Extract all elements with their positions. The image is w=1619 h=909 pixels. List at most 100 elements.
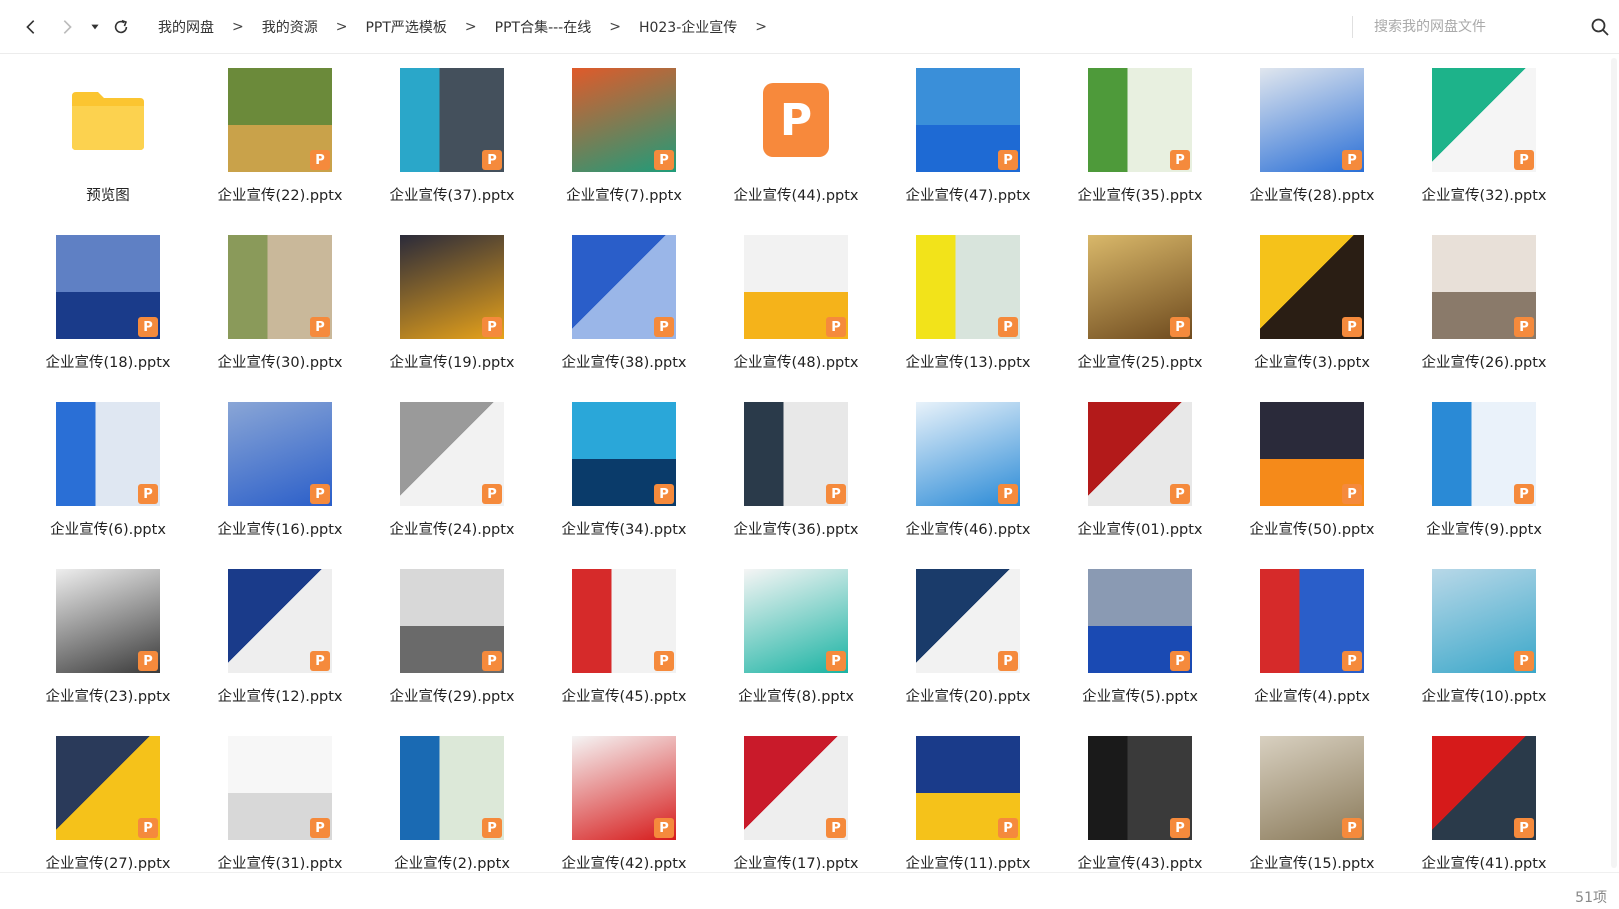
ppt-badge-icon: P [310, 317, 330, 337]
search-input[interactable] [1374, 19, 1574, 35]
file-item[interactable]: P 企业宣传(7).pptx [538, 62, 710, 229]
file-name: 企业宣传(35).pptx [1077, 188, 1203, 204]
file-name: 企业宣传(27).pptx [45, 856, 171, 872]
file-thumbnail: P [572, 68, 676, 172]
file-item[interactable]: P 企业宣传(28).pptx [1226, 62, 1398, 229]
history-dropdown-button[interactable] [86, 12, 104, 42]
refresh-button[interactable] [106, 12, 136, 42]
ppt-badge-icon: P [138, 484, 158, 504]
file-item[interactable]: P 企业宣传(22).pptx [194, 62, 366, 229]
ppt-badge-icon: P [1170, 651, 1190, 671]
file-thumbnail: P [1432, 569, 1536, 673]
file-item[interactable]: P 企业宣传(13).pptx [882, 229, 1054, 396]
file-item[interactable]: P 企业宣传(48).pptx [710, 229, 882, 396]
file-item[interactable]: P 企业宣传(26).pptx [1398, 229, 1570, 396]
file-item[interactable]: P 企业宣传(9).pptx [1398, 396, 1570, 563]
file-item[interactable]: P 企业宣传(19).pptx [366, 229, 538, 396]
file-item[interactable]: P 企业宣传(44).pptx [710, 62, 882, 229]
file-name: 企业宣传(46).pptx [905, 522, 1031, 538]
file-item[interactable]: P 企业宣传(6).pptx [22, 396, 194, 563]
file-thumbnail: P [400, 569, 504, 673]
ppt-badge-icon: P [826, 317, 846, 337]
file-thumbnail: P [744, 569, 848, 673]
file-thumbnail: P [1088, 68, 1192, 172]
file-item[interactable]: P 企业宣传(32).pptx [1398, 62, 1570, 229]
file-item[interactable]: P 企业宣传(29).pptx [366, 563, 538, 730]
file-item[interactable]: P 企业宣传(10).pptx [1398, 563, 1570, 730]
file-thumbnail: P [1432, 68, 1536, 172]
file-name: 企业宣传(4).pptx [1254, 689, 1370, 705]
file-item[interactable]: P 企业宣传(4).pptx [1226, 563, 1398, 730]
file-thumbnail: P [1088, 569, 1192, 673]
file-thumbnail: P [572, 402, 676, 506]
file-thumbnail: P [1432, 402, 1536, 506]
ppt-file-icon: P [744, 68, 848, 172]
ppt-badge-icon: P [482, 818, 502, 838]
ppt-badge-icon: P [482, 150, 502, 170]
file-item[interactable]: P 企业宣传(01).pptx [1054, 396, 1226, 563]
chevron-left-icon [26, 19, 35, 34]
ppt-badge-icon: P [1170, 818, 1190, 838]
breadcrumb-expand-arrow[interactable]: > [755, 19, 767, 35]
ppt-badge-icon: P [310, 484, 330, 504]
file-item[interactable]: P 企业宣传(3).pptx [1226, 229, 1398, 396]
breadcrumb-item[interactable]: PPT严选模板 [361, 17, 450, 37]
file-name: 企业宣传(11).pptx [905, 856, 1031, 872]
file-item[interactable]: P 企业宣传(24).pptx [366, 396, 538, 563]
breadcrumb-item[interactable]: 我的资源 [258, 17, 322, 37]
file-thumbnail: P [916, 569, 1020, 673]
file-item[interactable]: P 企业宣传(36).pptx [710, 396, 882, 563]
ppt-badge-icon: P [1514, 818, 1534, 838]
file-name: 企业宣传(29).pptx [389, 689, 515, 705]
forward-button[interactable] [52, 12, 82, 42]
file-thumbnail: P [400, 402, 504, 506]
file-item[interactable]: P 企业宣传(34).pptx [538, 396, 710, 563]
file-name: 企业宣传(28).pptx [1249, 188, 1375, 204]
ppt-letter: P [763, 83, 829, 157]
file-name: 企业宣传(9).pptx [1426, 522, 1542, 538]
file-item[interactable]: P 企业宣传(18).pptx [22, 229, 194, 396]
file-name: 企业宣传(15).pptx [1249, 856, 1375, 872]
file-name: 企业宣传(36).pptx [733, 522, 859, 538]
file-name: 企业宣传(44).pptx [733, 188, 859, 204]
scrollbar[interactable] [1611, 58, 1617, 868]
file-thumbnail: P [744, 736, 848, 840]
file-item[interactable]: P 企业宣传(12).pptx [194, 563, 366, 730]
file-thumbnail: P [916, 402, 1020, 506]
ppt-badge-icon: P [1342, 818, 1362, 838]
ppt-badge-icon: P [1514, 651, 1534, 671]
file-item[interactable]: P 企业宣传(23).pptx [22, 563, 194, 730]
file-item[interactable]: P 企业宣传(25).pptx [1054, 229, 1226, 396]
ppt-badge-icon: P [998, 150, 1018, 170]
file-item[interactable]: P 企业宣传(37).pptx [366, 62, 538, 229]
file-item[interactable]: P 企业宣传(45).pptx [538, 563, 710, 730]
ppt-badge-icon: P [310, 651, 330, 671]
file-item[interactable]: P 企业宣传(16).pptx [194, 396, 366, 563]
status-bar: 51项 [0, 872, 1619, 909]
back-button[interactable] [16, 12, 46, 42]
ppt-badge-icon: P [1342, 150, 1362, 170]
file-name: 企业宣传(50).pptx [1249, 522, 1375, 538]
search-icon[interactable] [1590, 17, 1610, 37]
file-item[interactable]: P 企业宣传(35).pptx [1054, 62, 1226, 229]
file-thumbnail: P [228, 569, 332, 673]
file-item[interactable]: P 企业宣传(47).pptx [882, 62, 1054, 229]
ppt-badge-icon: P [654, 651, 674, 671]
file-item[interactable]: P 企业宣传(5).pptx [1054, 563, 1226, 730]
ppt-badge-icon: P [138, 317, 158, 337]
toolbar-divider [1352, 16, 1353, 38]
breadcrumb-item[interactable]: PPT合集---在线 [491, 17, 596, 37]
file-item[interactable]: P 企业宣传(38).pptx [538, 229, 710, 396]
file-item[interactable]: P 企业宣传(20).pptx [882, 563, 1054, 730]
file-item[interactable]: P 企业宣传(30).pptx [194, 229, 366, 396]
breadcrumb-item-current[interactable]: H023-企业宣传 [635, 17, 741, 37]
file-item[interactable]: P 企业宣传(46).pptx [882, 396, 1054, 563]
folder-item[interactable]: 预览图 [22, 62, 194, 229]
file-name: 预览图 [86, 188, 130, 204]
file-item[interactable]: P 企业宣传(50).pptx [1226, 396, 1398, 563]
file-name: 企业宣传(5).pptx [1082, 689, 1198, 705]
breadcrumb-item[interactable]: 我的网盘 [154, 17, 218, 37]
ppt-badge-icon: P [1514, 484, 1534, 504]
file-grid: 预览图 P 企业宣传(22).pptx P 企业宣传(37).pptx P 企业宣传(7).… [22, 62, 1582, 897]
file-item[interactable]: P 企业宣传(8).pptx [710, 563, 882, 730]
